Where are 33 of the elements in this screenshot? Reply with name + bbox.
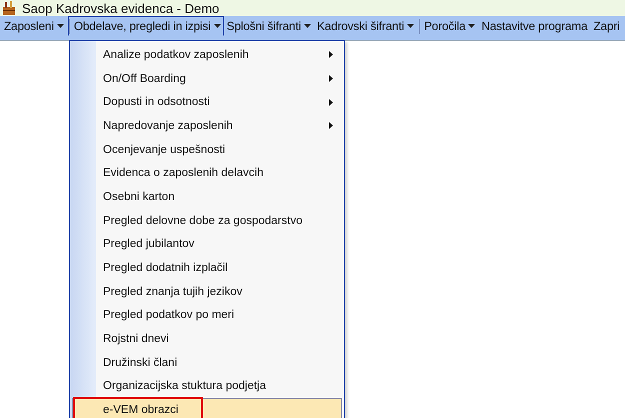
menu-item[interactable]: Pregled dodatnih izplačil [72, 256, 342, 280]
menu-item[interactable]: Dopusti in odsotnosti [72, 90, 342, 114]
caret-icon [56, 24, 64, 28]
menu-bar-item[interactable]: Kadrovski šifranti [314, 16, 418, 36]
menu-item[interactable]: Rojstni dnevi [72, 327, 342, 351]
submenu-arrow-icon [329, 51, 333, 58]
menu-item[interactable]: Osebni karton [72, 185, 342, 209]
menu-bar-item[interactable]: Zaposleni [1, 16, 67, 36]
menu-item[interactable]: Organizacijska stuktura podjetja [72, 374, 342, 398]
menu-item[interactable]: e-VEM obrazci [72, 398, 342, 418]
caret-icon [214, 24, 221, 28]
app-icon [2, 0, 16, 16]
caret-icon [468, 24, 476, 28]
menu-bar-item[interactable]: Splošni šifranti [224, 16, 314, 36]
submenu-arrow-icon [329, 75, 333, 82]
menu-bar-item[interactable]: Obdelave, pregledi in izpisi [68, 16, 224, 36]
menu-item[interactable]: On/Off Boarding [72, 66, 342, 90]
menu-bar-item[interactable]: Zapri [590, 16, 623, 36]
menu-item[interactable]: Ocenjevanje uspešnosti [72, 138, 342, 162]
menu-item[interactable]: Družinski člani [72, 350, 342, 375]
caret-icon [304, 24, 311, 28]
submenu-arrow-icon [329, 98, 333, 106]
menu-item[interactable]: Pregled jubilantov [72, 232, 342, 256]
window-title: Saop Kadrovska evidenca - Demo [22, 0, 220, 16]
menu-item[interactable]: Pregled podatkov po meri [72, 304, 342, 328]
menu-bar-item[interactable]: Nastavitve programa [478, 16, 590, 36]
menu-item[interactable]: Pregled delovne dobe za gospodarstvo [72, 208, 342, 232]
caret-icon [407, 24, 414, 28]
submenu-arrow-icon [329, 122, 333, 130]
menu-item[interactable]: Pregled znanja tujih jezikov [72, 280, 342, 304]
menu-item[interactable]: Analize podatkov zaposlenih [72, 43, 342, 67]
menu-item[interactable]: Evidenca o zaposlenih delavcih [72, 161, 342, 186]
menu-item[interactable]: Napredovanje zaposlenih [72, 114, 342, 138]
